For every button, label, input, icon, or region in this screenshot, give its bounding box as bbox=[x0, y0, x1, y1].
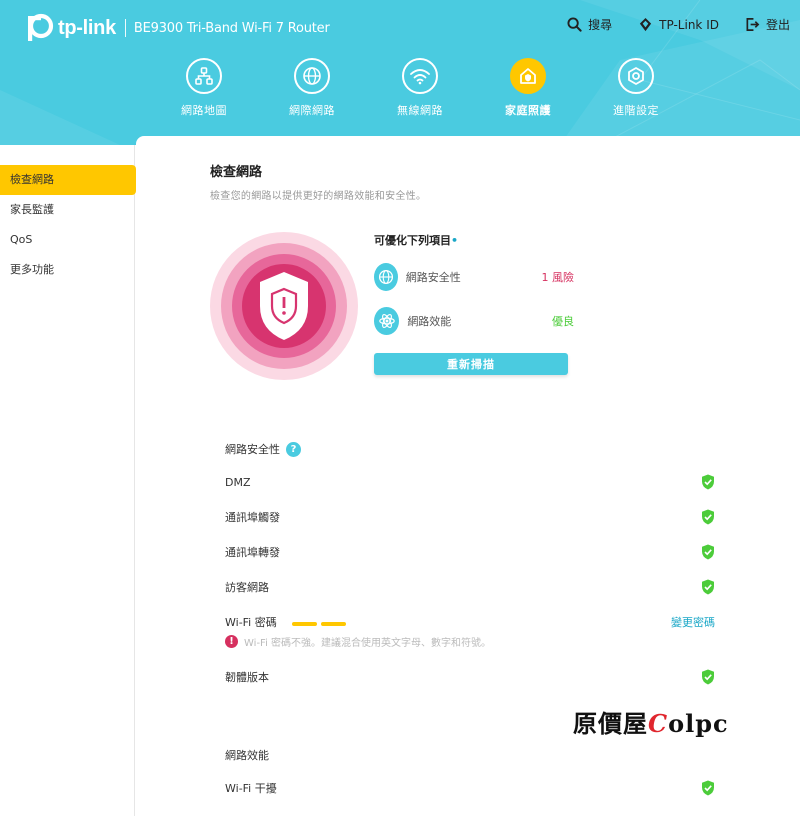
check-label: 通訊埠觸發 bbox=[225, 511, 280, 524]
summary-row-security: 網路安全性 1 風險 bbox=[374, 262, 574, 292]
shield-check-icon bbox=[702, 544, 714, 560]
rescan-button[interactable]: 重新掃描 bbox=[374, 353, 568, 375]
nav-network-map-label: 網路地圖 bbox=[181, 104, 227, 117]
sidebar-item-qos[interactable]: QoS bbox=[0, 225, 134, 255]
logo-divider bbox=[124, 19, 126, 37]
shield-check-icon bbox=[702, 780, 714, 796]
help-icon[interactable]: ? bbox=[286, 441, 301, 457]
check-label: DMZ bbox=[225, 475, 251, 489]
logout-icon bbox=[746, 18, 760, 31]
shield-check-icon bbox=[702, 509, 714, 525]
nav-advanced[interactable]: 進階設定 bbox=[582, 58, 690, 118]
summary-performance-value: 優良 bbox=[552, 315, 574, 328]
tplink-id-button[interactable]: TP-Link ID bbox=[638, 17, 719, 32]
check-row-dmz: DMZ bbox=[225, 474, 715, 490]
check-row-wifi-interference: Wi-Fi 干擾 bbox=[225, 780, 715, 796]
check-label: Wi-Fi 干擾 bbox=[225, 782, 277, 795]
check-row-wifi-password: Wi-Fi 密碼 變更密碼 bbox=[225, 614, 715, 630]
security-status-graphic bbox=[210, 232, 358, 380]
wifi-password-label-group: Wi-Fi 密碼 bbox=[225, 614, 350, 630]
change-password-link[interactable]: 變更密碼 bbox=[671, 614, 715, 630]
password-strength-meter bbox=[292, 622, 350, 626]
sidebar-item-network-check[interactable]: 檢查網路 bbox=[0, 165, 136, 195]
logout-button[interactable]: 登出 bbox=[745, 16, 790, 33]
summary-row-performance: 網路效能 優良 bbox=[374, 306, 574, 336]
wifi-icon bbox=[402, 58, 438, 94]
alert-icon: ! bbox=[225, 635, 238, 648]
page-title: 檢查網路 bbox=[210, 165, 263, 180]
performance-section-title: 網路效能 bbox=[225, 749, 269, 762]
password-warning-text: Wi-Fi 密碼不強。建議混合使用英文字母、數字和符號。 bbox=[244, 638, 492, 649]
summary-title-dot: • bbox=[451, 234, 459, 247]
summary-security-label: 網路安全性 bbox=[405, 271, 461, 284]
summary-performance-label: 網路效能 bbox=[407, 315, 452, 328]
check-row-port-forwarding: 通訊埠轉發 bbox=[225, 544, 715, 560]
logout-label: 登出 bbox=[765, 18, 790, 32]
wifi-password-label: Wi-Fi 密碼 bbox=[225, 616, 277, 629]
globe-icon bbox=[294, 58, 330, 94]
shield-check-icon bbox=[702, 579, 714, 595]
brand-name: tp-link bbox=[58, 16, 116, 39]
top-header: tp-link BE9300 Tri-Band Wi-Fi 7 Router 搜… bbox=[0, 0, 800, 145]
nav-advanced-label: 進階設定 bbox=[613, 104, 659, 117]
tplink-id-icon bbox=[640, 17, 652, 32]
optimization-summary: 可優化下列項目• 網路安全性 1 風險 網路效能 優良 bbox=[374, 232, 574, 336]
shield-check-icon bbox=[702, 474, 714, 490]
coolpc-watermark: 原價屋Colpc bbox=[573, 709, 729, 738]
check-label: 通訊埠轉發 bbox=[225, 546, 280, 559]
advanced-gear-icon bbox=[618, 58, 654, 94]
nav-home-care[interactable]: 家庭照護 bbox=[474, 58, 582, 118]
main-panel: 檢查網路 檢查您的網路以提供更好的網路效能和安全性。 可優化下列項目• 網路安全… bbox=[136, 136, 800, 816]
check-label: 訪客網路 bbox=[225, 581, 269, 594]
router-model: BE9300 Tri-Band Wi-Fi 7 Router bbox=[133, 20, 330, 36]
network-map-icon bbox=[186, 58, 222, 94]
top-actions: 搜尋 TP-Link ID 登出 bbox=[541, 16, 790, 33]
brand-logo[interactable]: tp-link BE9300 Tri-Band Wi-Fi 7 Router bbox=[24, 12, 330, 44]
globe-icon bbox=[374, 263, 398, 291]
main-nav: 網路地圖 網際網路 無線網路 家庭照護 進階設定 bbox=[150, 58, 690, 118]
nav-internet-label: 網際網路 bbox=[289, 104, 335, 117]
sidebar-item-parental-controls[interactable]: 家長監護 bbox=[0, 195, 134, 225]
search-label: 搜尋 bbox=[588, 18, 613, 32]
nav-wireless-label: 無線網路 bbox=[397, 104, 443, 117]
home-care-icon bbox=[510, 58, 546, 94]
search-icon bbox=[567, 17, 582, 32]
tplink-id-label: TP-Link ID bbox=[659, 17, 719, 32]
shield-check-icon bbox=[702, 669, 714, 685]
nav-internet[interactable]: 網際網路 bbox=[258, 58, 366, 118]
security-section-title: 網路安全性 ? bbox=[225, 441, 301, 457]
nav-network-map[interactable]: 網路地圖 bbox=[150, 58, 258, 118]
sidebar: 檢查網路 家長監護 QoS 更多功能 bbox=[0, 145, 136, 816]
search-button[interactable]: 搜尋 bbox=[567, 16, 612, 33]
atom-icon bbox=[374, 307, 400, 335]
check-row-firmware: 韌體版本 bbox=[225, 669, 715, 685]
password-warning: ! Wi-Fi 密碼不強。建議混合使用英文字母、數字和符號。 bbox=[225, 634, 491, 649]
nav-wireless[interactable]: 無線網路 bbox=[366, 58, 474, 118]
page-subtitle: 檢查您的網路以提供更好的網路效能和安全性。 bbox=[210, 191, 427, 202]
check-label: 韌體版本 bbox=[225, 671, 269, 684]
check-row-port-triggering: 通訊埠觸發 bbox=[225, 509, 715, 525]
tplink-logo-icon bbox=[28, 13, 54, 41]
summary-security-value: 1 風險 bbox=[541, 271, 575, 284]
sidebar-item-more-features[interactable]: 更多功能 bbox=[0, 255, 134, 285]
summary-title: 可優化下列項目• bbox=[374, 234, 459, 247]
check-row-guest-network: 訪客網路 bbox=[225, 579, 715, 595]
nav-home-care-label: 家庭照護 bbox=[505, 104, 551, 117]
